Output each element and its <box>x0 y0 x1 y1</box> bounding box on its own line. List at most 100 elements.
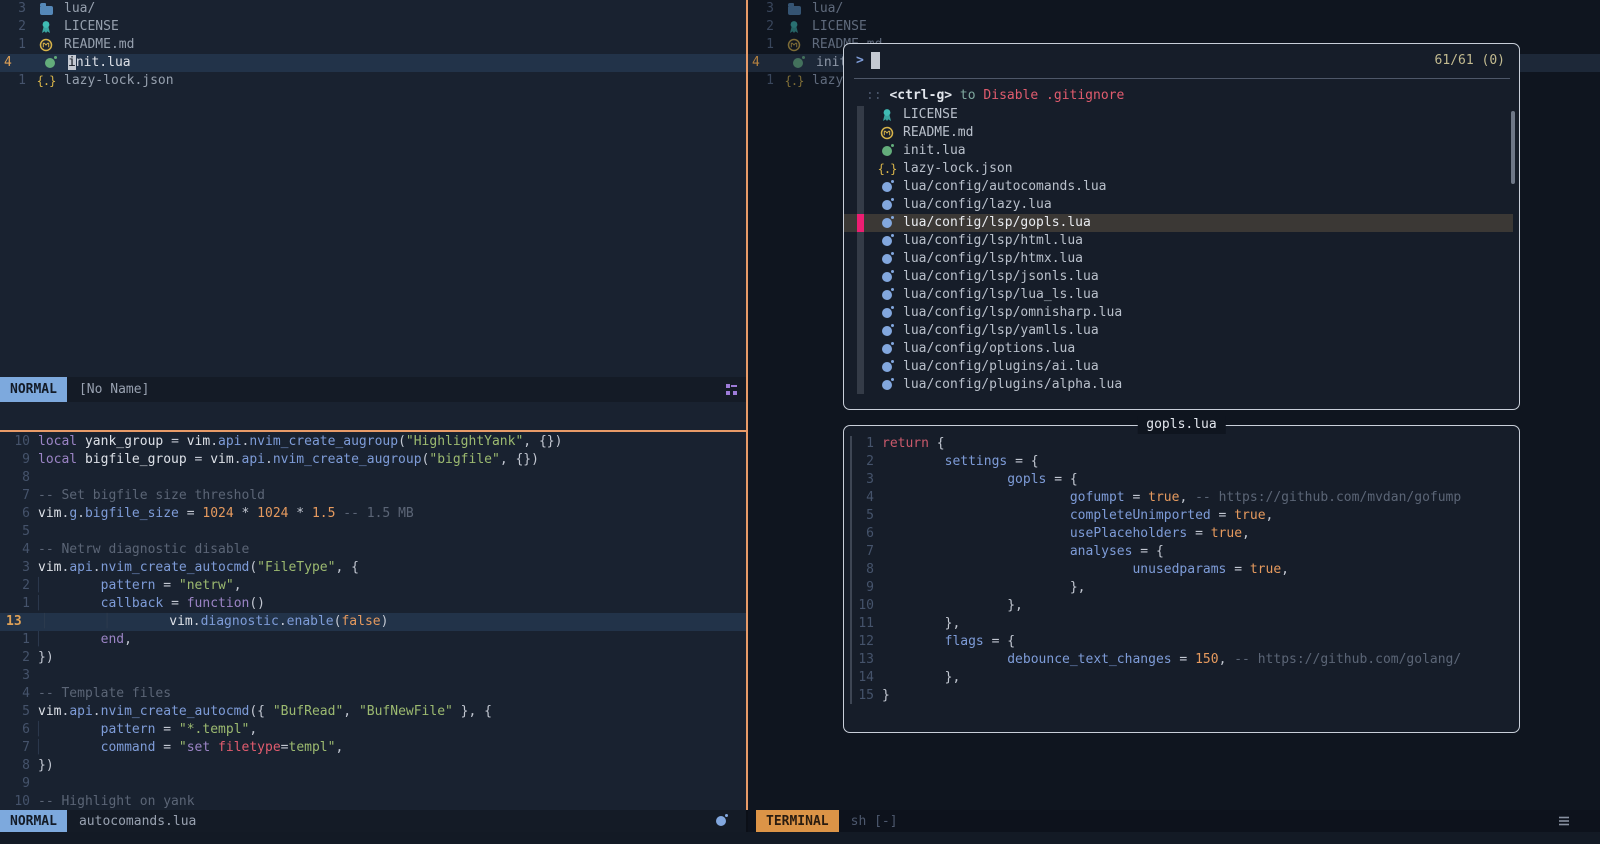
picker-item[interactable]: lua/config/plugins/ai.lua <box>844 358 1513 376</box>
picker-item[interactable]: lua/config/lsp/yamlls.lua <box>844 322 1513 340</box>
tree-row[interactable]: 1README.md <box>0 36 746 54</box>
code-line[interactable]: 3 gopls = { <box>844 471 1519 489</box>
token-pun <box>114 614 169 629</box>
code-line[interactable]: 1return { <box>844 435 1519 453</box>
token-fld: unusedparams <box>1132 562 1226 577</box>
code-line[interactable]: 3 <box>0 667 746 685</box>
token-str: "BufNewFile" <box>359 704 453 719</box>
code-line[interactable]: 1▏ callback = function() <box>0 595 746 613</box>
tree-row[interactable]: 4init.lua <box>0 54 746 72</box>
file-path: lua/config/plugins/ai.lua <box>903 358 1099 376</box>
code-line[interactable]: 14 }, <box>844 669 1519 687</box>
header-segment: <ctrl-g> <box>889 88 952 103</box>
editor-pane[interactable]: 10local yank_group = vim.api.nvim_create… <box>0 432 746 810</box>
token-pun: , <box>1266 508 1274 523</box>
code-line[interactable]: 10-- Highlight on yank <box>0 793 746 810</box>
code-line[interactable]: 3vim.api.nvim_create_autocmd("FileType",… <box>0 559 746 577</box>
code-line[interactable]: 6 usePlaceholders = true, <box>844 525 1519 543</box>
picker-item[interactable]: init.lua <box>844 142 1513 160</box>
file-explorer-pane[interactable]: 3lua/2LICENSE1README.md4init.lua1{.}lazy… <box>0 0 746 377</box>
file-path: lua/config/lsp/lua_ls.lua <box>903 286 1099 304</box>
token-kw: end <box>101 632 124 647</box>
picker-item[interactable]: lua/config/lsp/omnisharp.lua <box>844 304 1513 322</box>
code-line[interactable]: 2}) <box>0 649 746 667</box>
code-line[interactable]: 13▏ ▏ vim.diagnostic.enable(false) <box>0 613 746 631</box>
code-line[interactable]: 13 debounce_text_changes = 150, -- https… <box>844 651 1519 669</box>
picker-item[interactable]: {.}lazy-lock.json <box>844 160 1513 178</box>
token-pun: ({ <box>249 704 272 719</box>
license-icon <box>879 108 895 122</box>
token-pun: = { <box>1007 454 1038 469</box>
code-line[interactable]: 9 <box>0 775 746 793</box>
picker-item[interactable]: lua/config/lsp/htmx.lua <box>844 250 1513 268</box>
picker-item[interactable]: lua/config/plugins/alpha.lua <box>844 376 1513 394</box>
code-line[interactable]: 4 gofumpt = true, -- https://github.com/… <box>844 489 1519 507</box>
code-text: flags = { <box>882 633 1015 651</box>
code-line[interactable]: 7-- Set bigfile size threshold <box>0 487 746 505</box>
code-line[interactable]: 1▏ end, <box>0 631 746 649</box>
picker-item[interactable]: lua/config/options.lua <box>844 340 1513 358</box>
picker-item[interactable]: lua/config/lsp/gopls.lua <box>844 214 1513 232</box>
prompt-separator <box>854 78 1510 79</box>
token-pun <box>882 490 1070 505</box>
code-line[interactable]: 7 analyses = { <box>844 543 1519 561</box>
code-line[interactable]: 12 flags = { <box>844 633 1519 651</box>
code-line[interactable]: 15} <box>844 687 1519 705</box>
gutter-strip <box>857 106 864 124</box>
scrollbar[interactable] <box>1511 111 1515 184</box>
code-line[interactable]: 5vim.api.nvim_create_autocmd({ "BufRead"… <box>0 703 746 721</box>
tree-row[interactable]: 2LICENSE <box>748 18 1600 36</box>
tree-row[interactable]: 3lua/ <box>0 0 746 18</box>
picker-item[interactable]: lua/config/lsp/lua_ls.lua <box>844 286 1513 304</box>
buffer-name: autocomands.lua <box>79 814 196 829</box>
code-line[interactable]: 6▏ pattern = "*.templ", <box>0 721 746 739</box>
code-line[interactable]: 9 }, <box>844 579 1519 597</box>
tree-row[interactable]: 3lua/ <box>748 0 1600 18</box>
picker-item[interactable]: lua/config/lsp/jsonls.lua <box>844 268 1513 286</box>
license-icon <box>38 20 54 34</box>
code-line[interactable]: 7▏ command = "set filetype=templ", <box>0 739 746 757</box>
line-number: 10 <box>844 597 874 615</box>
line-number: 7 <box>0 739 30 757</box>
code-line[interactable]: 10local yank_group = vim.api.nvim_create… <box>0 433 746 451</box>
line-number: 2 <box>0 18 26 36</box>
token-fld: command <box>101 740 156 755</box>
code-line[interactable]: 11 }, <box>844 615 1519 633</box>
picker-item[interactable]: lua/config/lazy.lua <box>844 196 1513 214</box>
code-line[interactable]: 4-- Template files <box>0 685 746 703</box>
code-line[interactable]: 5 <box>0 523 746 541</box>
picker-item[interactable]: LICENSE <box>844 106 1513 124</box>
fuzzy-finder-popup[interactable]: > 61/61 (0) :: <ctrl-g> to Disable .giti… <box>843 43 1520 410</box>
token-pun: , <box>234 578 242 593</box>
code-line[interactable]: 4-- Netrw diagnostic disable <box>0 541 746 559</box>
code-line[interactable]: 2▏ pattern = "netrw", <box>0 577 746 595</box>
code-line[interactable]: 6vim.g.bigfile_size = 1024 * 1024 * 1.5 … <box>0 505 746 523</box>
line-number: 5 <box>844 507 874 525</box>
picker-item[interactable]: lua/config/lsp/html.lua <box>844 232 1513 250</box>
match-counter: 61/61 (0) <box>1435 53 1505 68</box>
token-pun: ) <box>381 614 389 629</box>
token-pun: , {}) <box>500 452 539 467</box>
code-line[interactable]: 9local bigfile_group = vim.api.nvim_crea… <box>0 451 746 469</box>
code-line[interactable]: 8}) <box>0 757 746 775</box>
token-gd: ▏ <box>44 614 52 629</box>
picker-item[interactable]: README.md <box>844 124 1513 142</box>
tree-row[interactable]: 2LICENSE <box>0 18 746 36</box>
line-number: 1 <box>0 72 26 90</box>
lua-icon <box>879 218 895 228</box>
token-fld: api <box>218 434 241 449</box>
prompt-icon: > <box>856 53 864 68</box>
code-line[interactable]: 8 <box>0 469 746 487</box>
command-line[interactable] <box>0 832 1600 844</box>
code-line[interactable]: 8 unusedparams = true, <box>844 561 1519 579</box>
line-number: 3 <box>0 0 26 18</box>
code-line[interactable]: 10 }, <box>844 597 1519 615</box>
code-line[interactable]: 2 settings = { <box>844 453 1519 471</box>
search-input[interactable]: > 61/61 (0) <box>844 44 1519 72</box>
tree-row[interactable]: 1{.}lazy-lock.json <box>0 72 746 90</box>
code-line[interactable]: 5 completeUnimported = true, <box>844 507 1519 525</box>
picker-item[interactable]: lua/config/autocomands.lua <box>844 178 1513 196</box>
line-number: 1 <box>0 631 30 649</box>
mode-indicator: NORMAL <box>0 810 67 832</box>
preview-scrollbar[interactable] <box>850 436 852 704</box>
